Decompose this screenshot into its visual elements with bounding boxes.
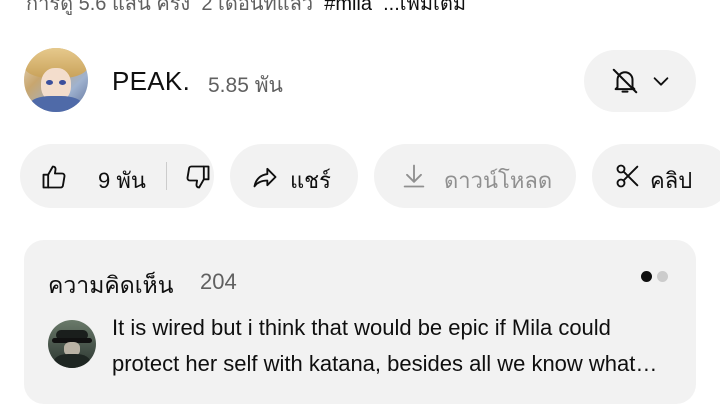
bell-off-icon	[610, 66, 640, 101]
video-actions-row: 9 พัน แชร์ ดาวน์โหลด คลิป	[0, 144, 720, 208]
download-label: ดาวน์โหลด	[444, 168, 553, 193]
clip-label: คลิป	[650, 168, 693, 193]
download-button[interactable]: ดาวน์โหลด	[374, 144, 576, 208]
chevron-down-icon	[650, 70, 672, 97]
like-dislike-group: 9 พัน	[20, 144, 214, 208]
clip-button[interactable]: คลิป	[592, 144, 720, 208]
channel-name[interactable]: PEAK.	[112, 66, 190, 97]
like-count[interactable]: 9 พัน	[98, 163, 146, 198]
scissors-icon	[614, 162, 642, 196]
commenter-avatar[interactable]	[48, 320, 96, 368]
subscriber-count: 5.85 พัน	[208, 74, 283, 97]
pager-dot	[657, 271, 668, 282]
download-icon	[400, 161, 428, 197]
comments-title: ความคิดเห็น	[48, 272, 174, 298]
comments-panel[interactable]: ความคิดเห็น 204 It is wired but i think …	[24, 240, 696, 404]
like-divider	[166, 162, 167, 190]
share-button[interactable]: แชร์	[230, 144, 358, 208]
show-more-link[interactable]: ...เพิ่มเติม	[383, 0, 466, 15]
share-arrow-icon	[251, 163, 279, 197]
upload-age: 2 เดือนที่แล้ว	[201, 0, 314, 15]
comments-count: 204	[200, 269, 237, 294]
thumb-up-icon[interactable]	[40, 163, 68, 197]
comments-pager	[636, 269, 668, 287]
pager-dot-active	[641, 271, 652, 282]
thumb-down-icon[interactable]	[184, 163, 212, 197]
top-comment-text[interactable]: It is wired but i think that would be ep…	[112, 310, 674, 382]
video-meta-line[interactable]: การดู 5.6 แสน ครั้ง 2 เดือนที่แล้ว #mila…	[26, 0, 706, 19]
hashtag-link[interactable]: #mila	[324, 0, 372, 15]
notification-settings-button[interactable]	[584, 50, 696, 112]
view-count: การดู 5.6 แสน ครั้ง	[26, 0, 191, 15]
share-label: แชร์	[290, 168, 331, 193]
channel-avatar[interactable]	[24, 48, 88, 112]
